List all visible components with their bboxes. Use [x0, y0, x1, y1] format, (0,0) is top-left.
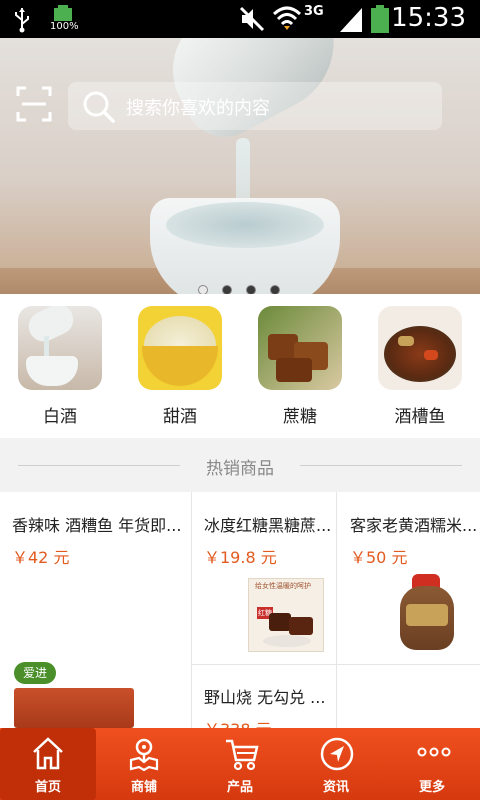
- signal-icon: [340, 8, 362, 32]
- home-icon: [33, 737, 63, 770]
- category-image: [138, 306, 222, 390]
- nav-label: 资讯: [322, 780, 349, 795]
- search-placeholder: 搜索你喜欢的内容: [126, 98, 270, 119]
- product-image[interactable]: 给女性温暖的呵护 红糖: [248, 578, 324, 652]
- mute-icon: [239, 6, 265, 32]
- category-row: 白酒 甜酒 蔗糖 酒槽鱼: [0, 294, 480, 438]
- network-type: 3G: [304, 4, 324, 19]
- category-label: 酒槽鱼: [394, 407, 446, 427]
- clock: 15:33: [391, 3, 466, 33]
- category-tianjiu[interactable]: 甜酒: [138, 306, 222, 427]
- divider: [336, 492, 337, 728]
- nav-label: 商铺: [130, 780, 157, 795]
- nav-home[interactable]: 首页: [0, 728, 96, 800]
- product-image-caption: 给女性温暖的呵护: [255, 582, 311, 590]
- category-zhetang[interactable]: 蔗糖: [258, 306, 342, 427]
- wifi-icon: [272, 6, 302, 30]
- banner-cup-liquid: [166, 202, 324, 248]
- hero-banner[interactable]: [0, 38, 480, 294]
- status-bar: 100% 3G 15:33: [0, 0, 480, 38]
- product-name[interactable]: 香辣味 酒糟鱼 年货即...: [12, 512, 188, 536]
- product-grid: 香辣味 酒糟鱼 年货即... ￥42 元 爱进 冰度红糖黑糖蔗... ￥19.8…: [0, 492, 480, 739]
- product-name[interactable]: 野山烧 无勾兑 ...: [204, 684, 334, 708]
- search-input[interactable]: 搜索你喜欢的内容: [68, 82, 442, 130]
- hot-section-header: 热销商品: [0, 438, 480, 492]
- nav-more[interactable]: 更多: [384, 728, 480, 800]
- nav-news[interactable]: 资讯: [288, 728, 384, 800]
- cart-icon: [226, 739, 259, 771]
- battery-percent: 100%: [50, 21, 79, 32]
- news-icon: [320, 737, 354, 771]
- nav-label: 更多: [418, 780, 445, 795]
- search-icon: [83, 91, 115, 123]
- product-image[interactable]: 爱进: [10, 658, 178, 728]
- product-price: ￥50 元: [350, 548, 408, 567]
- category-image: [18, 306, 102, 390]
- product-brand-badge: 爱进: [14, 662, 56, 684]
- product-name[interactable]: 冰度红糖黑糖蔗...: [204, 512, 334, 536]
- battery-small-icon: [54, 5, 72, 21]
- nav-shop[interactable]: 商铺: [96, 728, 192, 800]
- category-label: 蔗糖: [283, 407, 317, 427]
- nav-label: 产品: [226, 780, 253, 795]
- battery-icon: [371, 5, 389, 33]
- bottom-nav: 首页 商铺 产品 资讯 更多: [0, 728, 480, 800]
- scan-icon[interactable]: [16, 86, 52, 122]
- hot-section-title: 热销商品: [206, 459, 274, 479]
- category-image: [258, 306, 342, 390]
- nav-products[interactable]: 产品: [192, 728, 288, 800]
- divider: [192, 664, 480, 665]
- category-image: [378, 306, 462, 390]
- more-icon: [417, 747, 451, 757]
- product-price: ￥19.8 元: [204, 548, 277, 567]
- product-name[interactable]: 客家老黄酒糯米...: [350, 512, 478, 536]
- divider: [191, 492, 192, 728]
- category-label: 白酒: [43, 407, 77, 427]
- shop-icon: [129, 738, 159, 772]
- carousel-indicator[interactable]: [198, 280, 294, 295]
- nav-label: 首页: [34, 780, 61, 795]
- divider: [300, 465, 462, 466]
- usb-icon: [15, 8, 29, 33]
- category-label: 甜酒: [163, 407, 197, 427]
- product-image[interactable]: [392, 574, 468, 654]
- category-jiucaoyu[interactable]: 酒槽鱼: [378, 306, 462, 427]
- category-baijiu[interactable]: 白酒: [18, 306, 102, 427]
- product-price: ￥42 元: [12, 548, 70, 567]
